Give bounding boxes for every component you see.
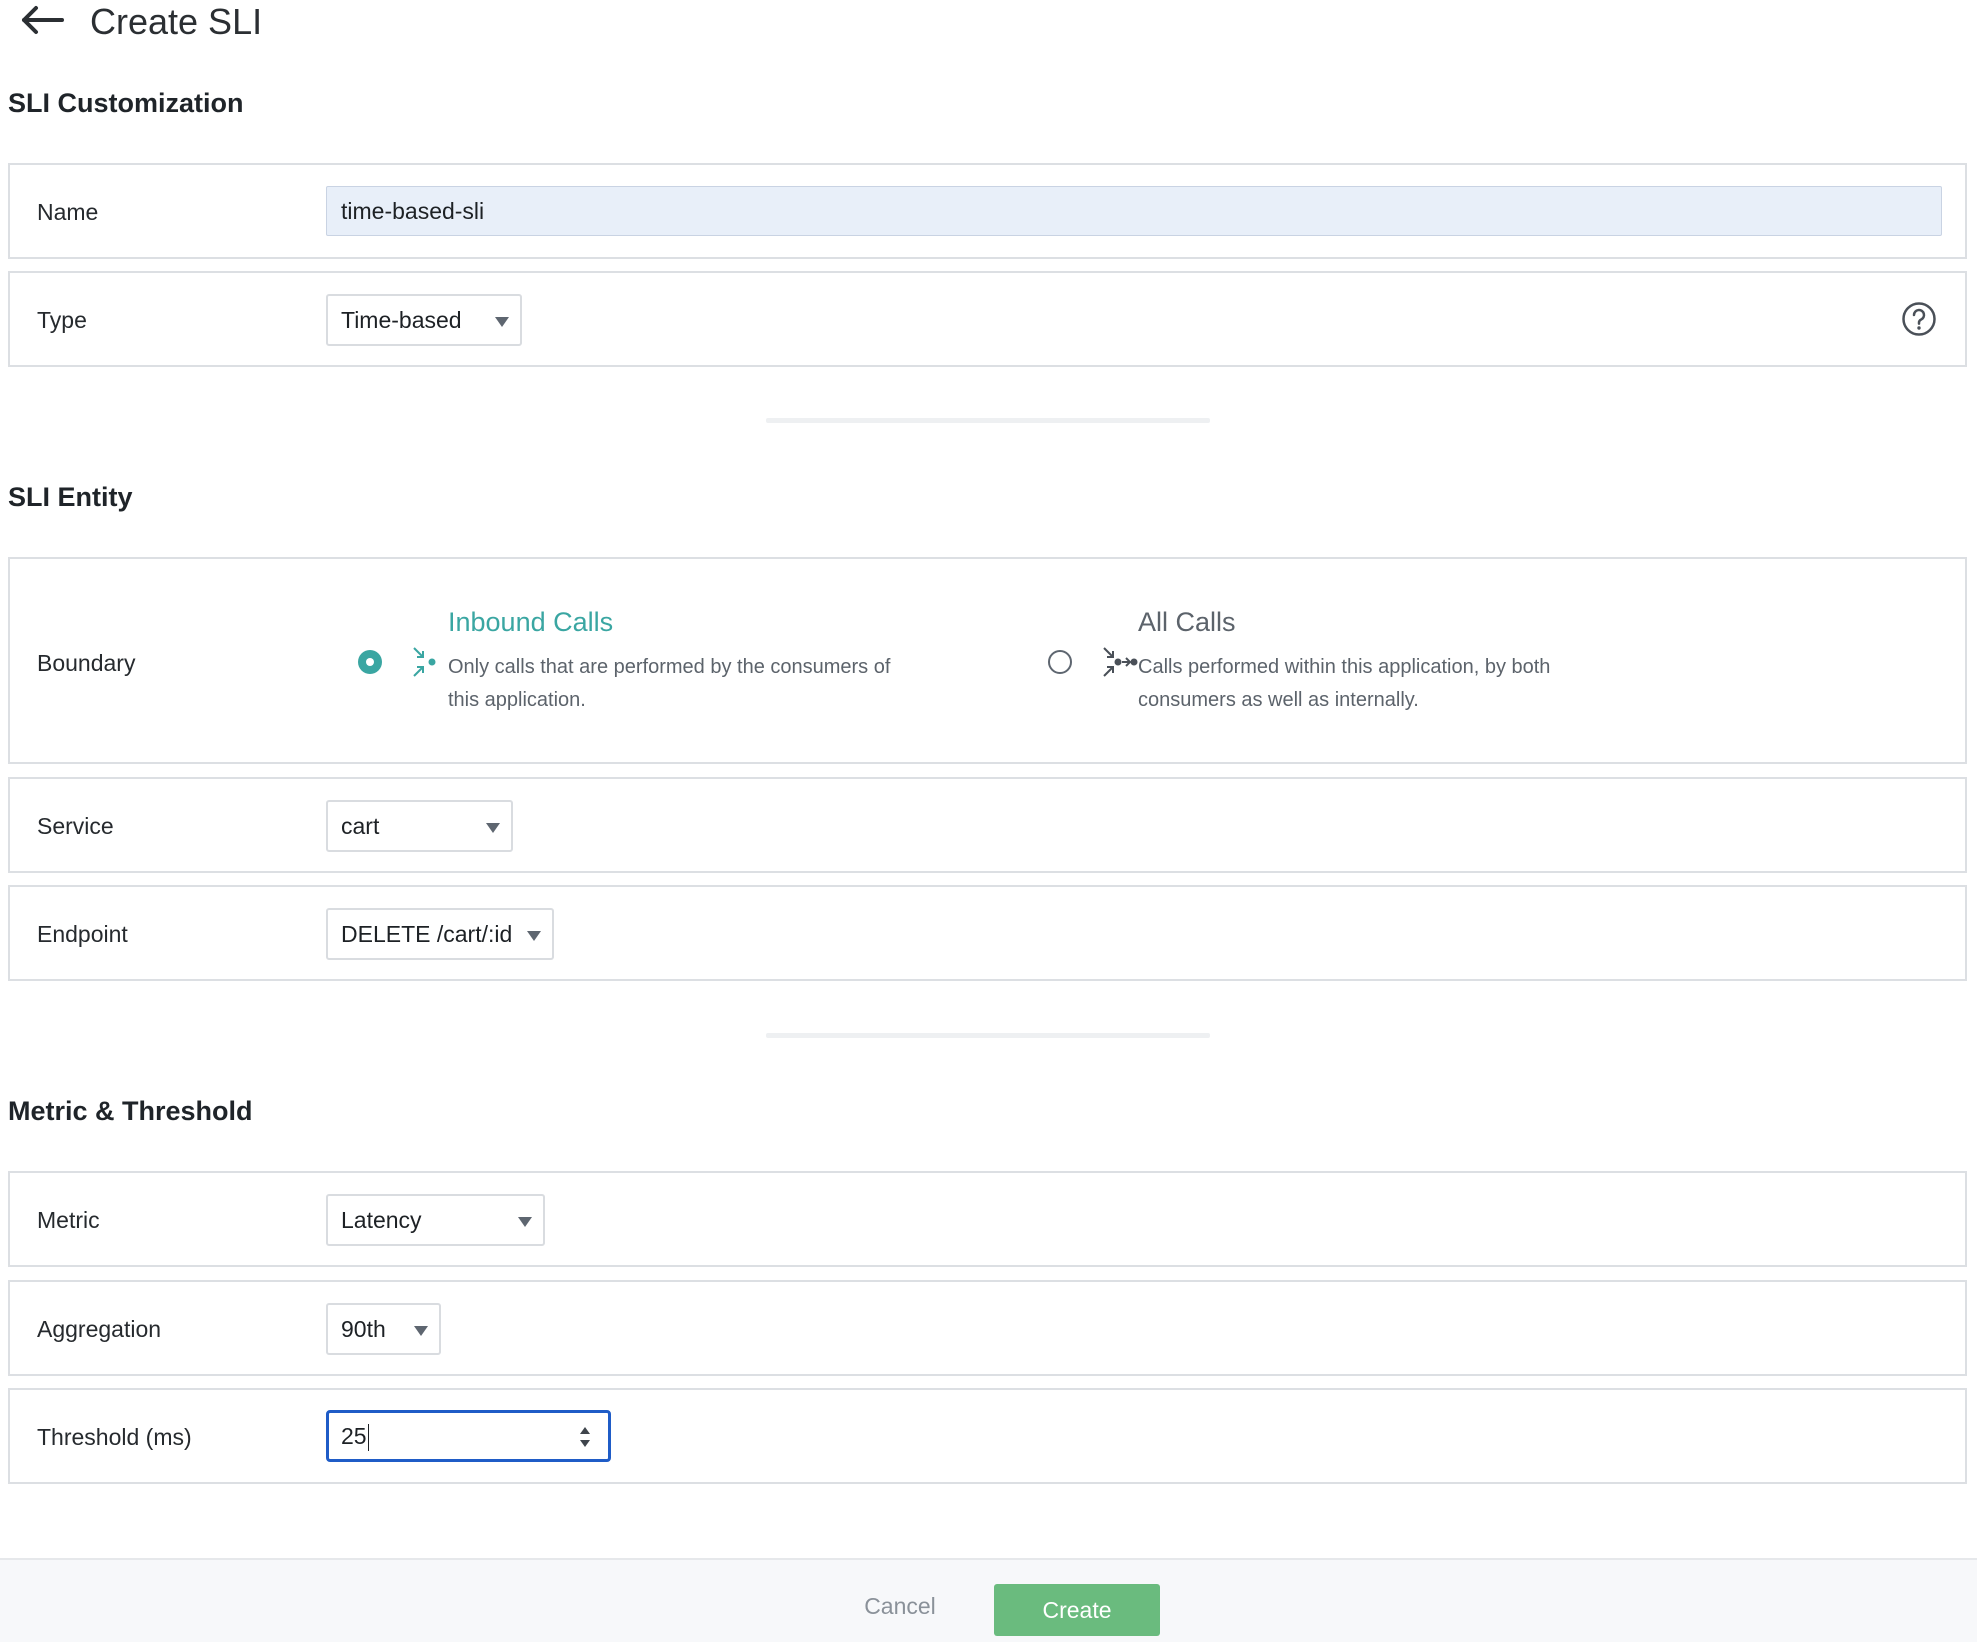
page-header: Create SLI xyxy=(0,0,1977,44)
aggregation-select[interactable]: 90th xyxy=(326,1303,441,1355)
chevron-down-icon xyxy=(414,1326,428,1336)
type-row: Type Time-based xyxy=(8,271,1967,367)
metric-select-value: Latency xyxy=(341,1207,422,1233)
chevron-down-icon xyxy=(495,317,509,327)
inbound-calls-icon xyxy=(413,647,436,677)
inbound-calls-desc-line1: Only calls that are performed by the con… xyxy=(448,656,891,678)
footer-bar: Cancel Create xyxy=(0,1558,1977,1642)
section-title-customization: SLI Customization xyxy=(8,88,244,118)
threshold-input[interactable]: 25 xyxy=(326,1410,611,1462)
all-calls-description: Calls performed within this application,… xyxy=(1138,651,1628,717)
create-button[interactable]: Create xyxy=(994,1584,1160,1636)
aggregation-label: Aggregation xyxy=(37,1316,162,1342)
inbound-calls-description: Only calls that are performed by the con… xyxy=(448,651,938,717)
service-select-value: cart xyxy=(341,813,380,839)
endpoint-label: Endpoint xyxy=(37,921,128,947)
metric-row: Metric Latency xyxy=(8,1171,1967,1267)
page-title: Create SLI xyxy=(90,1,263,42)
service-select[interactable]: cart xyxy=(326,800,513,852)
threshold-input-value: 25 xyxy=(341,1423,367,1449)
threshold-label: Threshold (ms) xyxy=(37,1424,192,1450)
name-input[interactable]: time-based-sli xyxy=(326,186,1942,236)
cancel-button[interactable]: Cancel xyxy=(848,1580,952,1632)
service-row: Service cart xyxy=(8,777,1967,873)
endpoint-row: Endpoint DELETE /cart/:id xyxy=(8,885,1967,981)
type-label: Type xyxy=(37,307,87,333)
all-calls-desc-line1: Calls performed within this application,… xyxy=(1138,656,1551,678)
inbound-calls-radio[interactable] xyxy=(358,650,382,674)
inbound-calls-desc-line2: this application. xyxy=(448,689,586,711)
threshold-row: Threshold (ms) 25 xyxy=(8,1388,1967,1484)
endpoint-select-value: DELETE /cart/:id xyxy=(341,921,513,947)
section-title-metric: Metric & Threshold xyxy=(8,1096,253,1126)
question-circle-icon[interactable] xyxy=(1901,301,1937,337)
number-stepper-icon[interactable] xyxy=(578,1425,592,1449)
all-calls-icon xyxy=(1103,647,1138,677)
section-title-entity: SLI Entity xyxy=(8,482,133,512)
type-select[interactable]: Time-based xyxy=(326,294,522,346)
metric-select[interactable]: Latency xyxy=(326,1194,545,1246)
all-calls-title[interactable]: All Calls xyxy=(1138,607,1236,638)
section-divider xyxy=(766,418,1210,423)
boundary-row: Boundary Inbound Calls Only calls that a… xyxy=(8,557,1967,764)
all-calls-radio[interactable] xyxy=(1048,650,1072,674)
arrow-left-icon[interactable] xyxy=(20,2,66,38)
name-row: Name time-based-sli xyxy=(8,163,1967,259)
chevron-down-icon xyxy=(518,1217,532,1227)
boundary-label: Boundary xyxy=(37,650,136,676)
metric-label: Metric xyxy=(37,1207,100,1233)
section-divider xyxy=(766,1033,1210,1038)
name-label: Name xyxy=(37,199,99,225)
chevron-down-icon xyxy=(486,823,500,833)
aggregation-select-value: 90th xyxy=(341,1316,386,1342)
endpoint-select[interactable]: DELETE /cart/:id xyxy=(326,908,554,960)
all-calls-desc-line2: consumers as well as internally. xyxy=(1138,689,1419,711)
chevron-down-icon xyxy=(527,931,541,941)
aggregation-row: Aggregation 90th xyxy=(8,1280,1967,1376)
service-label: Service xyxy=(37,813,114,839)
inbound-calls-title[interactable]: Inbound Calls xyxy=(448,607,613,638)
type-select-value: Time-based xyxy=(341,307,462,333)
text-cursor xyxy=(367,1424,369,1452)
